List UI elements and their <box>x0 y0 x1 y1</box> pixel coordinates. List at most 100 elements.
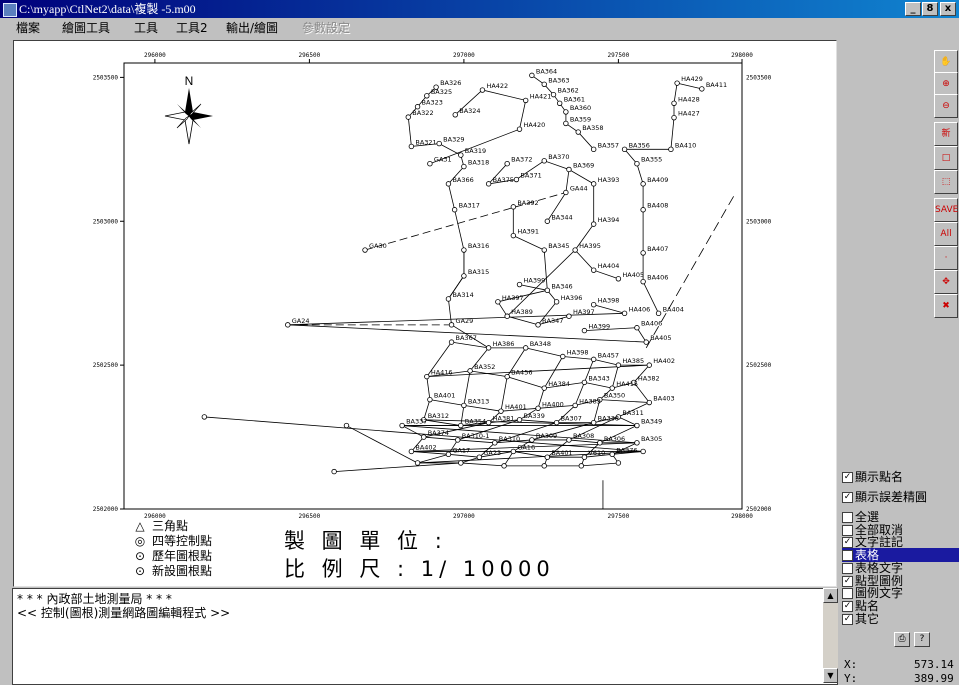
point-label: BA337 <box>406 418 427 426</box>
survey-point <box>541 385 547 391</box>
point-label: GA31 <box>434 156 452 164</box>
checkbox[interactable] <box>842 588 853 600</box>
legend-label: 四等控制點 <box>152 534 213 548</box>
survey-point <box>458 460 464 466</box>
point-label: BA309 <box>536 432 557 440</box>
menu-tools2[interactable]: 工具2 <box>176 18 208 38</box>
x-tick-label-bottom: 297500 <box>608 513 630 520</box>
zoom-in-icon[interactable]: ⊕ <box>934 72 958 96</box>
y-tick-label-left: 2502000 <box>93 506 119 513</box>
save-icon[interactable]: SAVE <box>934 198 958 222</box>
app-icon <box>3 3 17 17</box>
menu-tools[interactable]: 工具 <box>134 18 158 38</box>
network-map: 2960002960002965002965002970002970002975… <box>93 52 772 520</box>
display-options: ✓ 顯示點名 ✓ 顯示誤差精圓 全選 全部取消 ✓ 文字註記 ✓ 表格 表格文字 ✓ 點型圖例 圖例文字 ✓… <box>842 470 959 635</box>
survey-point <box>485 181 492 187</box>
point-label: HA383 <box>579 397 601 405</box>
point-label: BA407 <box>647 245 668 253</box>
option-0[interactable]: ✓ 顯示點名 <box>842 470 959 484</box>
survey-point <box>523 345 529 351</box>
network-line <box>593 358 619 366</box>
menu-draw-tools[interactable]: 繪圖工具 <box>62 18 110 38</box>
point-label: BA326 <box>440 79 461 87</box>
close-button[interactable]: x <box>940 2 956 16</box>
network-line <box>407 86 489 349</box>
point-label: GA16 <box>517 443 535 451</box>
checkbox[interactable]: ✓ <box>842 537 853 549</box>
scroll-up-icon[interactable]: ▲ <box>823 588 838 603</box>
point-label: BA364 <box>536 67 557 75</box>
survey-point <box>590 221 597 227</box>
all-icon[interactable]: All <box>934 222 958 246</box>
checkbox[interactable] <box>842 562 853 574</box>
option-1[interactable]: ✓ 顯示誤差精圓 <box>842 490 959 504</box>
checkbox[interactable]: ✓ <box>842 550 853 562</box>
survey-point <box>643 339 649 345</box>
survey-point <box>408 143 415 150</box>
survey-point <box>408 448 415 455</box>
menu-output[interactable]: 輸出/繪圖 <box>226 18 278 38</box>
point-label: BA411 <box>706 81 727 89</box>
zoom-out-icon[interactable]: ⊖ <box>934 94 958 118</box>
maximize-button[interactable]: 8 <box>922 2 938 16</box>
scroll-down-icon[interactable]: ▼ <box>823 668 838 683</box>
survey-point <box>461 273 467 279</box>
console-scrollbar[interactable]: ▲ ▼ <box>823 588 838 683</box>
select-rect-icon[interactable]: ⬚ <box>934 170 958 194</box>
point-label: BA343 <box>588 374 609 382</box>
point-label: BA376 <box>616 446 637 454</box>
new-icon[interactable]: 新 <box>934 122 958 146</box>
network-line <box>423 436 458 441</box>
survey-point <box>553 419 560 426</box>
option-10[interactable]: ✓ 其它 <box>842 612 959 626</box>
point-label: BA401 <box>551 449 572 457</box>
point-icon[interactable]: · <box>934 246 958 270</box>
unit-label: 製 圖 單 位 : <box>284 529 447 553</box>
checkbox[interactable]: ✓ <box>842 575 853 587</box>
survey-point <box>535 322 541 328</box>
point-label: BA308 <box>573 432 594 440</box>
point-label: BA349 <box>641 418 662 426</box>
survey-point <box>615 276 622 282</box>
survey-point <box>563 189 569 196</box>
point-label: BA345 <box>548 242 569 250</box>
y-tick-label-right: 2503000 <box>746 218 772 225</box>
network-line <box>463 405 502 412</box>
hand-icon[interactable]: ✋ <box>934 50 958 74</box>
survey-point <box>578 463 585 469</box>
new-point-icon: ⊙ <box>134 564 146 578</box>
checkbox[interactable] <box>842 524 853 536</box>
survey-point <box>544 218 551 224</box>
survey-point <box>427 396 433 403</box>
survey-point <box>485 419 492 426</box>
survey-point <box>535 405 541 411</box>
delete-icon[interactable]: ✖ <box>934 294 958 318</box>
map-canvas[interactable]: 296000 296000 296500 296500 297000 297000 2975… <box>13 40 837 587</box>
title-bar: C:\myapp\CtlNet2\data\複製 -5.m00 _ 8 x <box>0 0 959 18</box>
checkbox[interactable]: ✓ <box>842 613 853 625</box>
menu-file[interactable]: 檔案 <box>16 18 40 38</box>
point-label: BA354 <box>465 418 486 426</box>
point-label: BA310-1 <box>462 432 490 440</box>
survey-point <box>655 310 662 317</box>
survey-point <box>572 402 578 409</box>
point-label: BA370 <box>548 153 569 161</box>
checkbox[interactable] <box>842 512 853 523</box>
survey-point <box>541 463 547 469</box>
survey-point <box>541 158 547 164</box>
point-label: BA369 <box>573 161 594 169</box>
point-label: BA329 <box>443 136 464 144</box>
point-label: GA17 <box>452 446 470 454</box>
x-tick-label-top: 297500 <box>608 52 630 59</box>
console-line: << 控制(圖根)測量網路圖編輯程式 >> <box>17 606 231 620</box>
checkbox[interactable]: ✓ <box>842 472 853 483</box>
rect-icon[interactable]: □ <box>934 146 958 170</box>
point-label: BA375 <box>493 176 514 184</box>
checkbox[interactable]: ✓ <box>842 600 853 612</box>
survey-point <box>699 86 705 92</box>
legend-label: 三角點 <box>152 519 189 533</box>
move-icon[interactable]: ✥ <box>934 270 958 294</box>
minimize-button[interactable]: _ <box>905 2 921 16</box>
survey-point <box>544 454 551 460</box>
checkbox[interactable]: ✓ <box>842 492 853 503</box>
